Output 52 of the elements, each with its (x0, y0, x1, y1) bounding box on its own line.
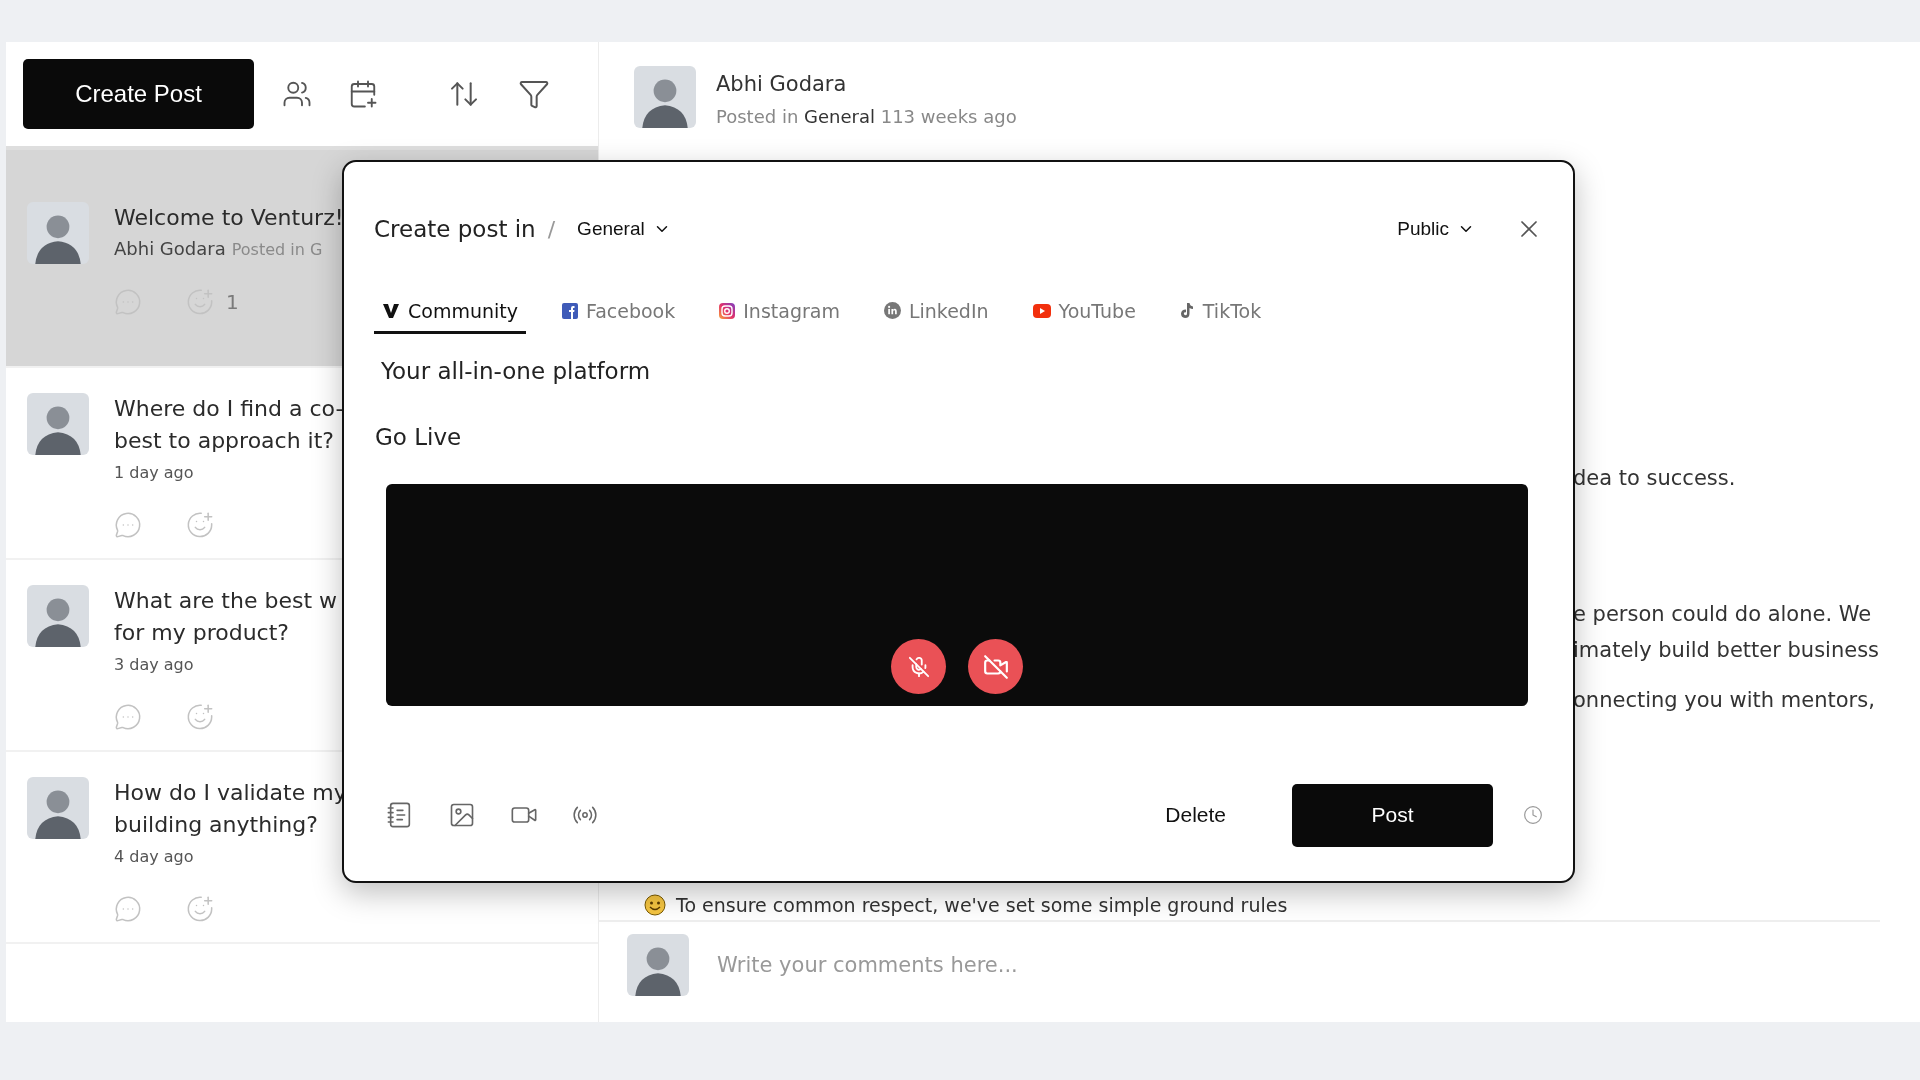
youtube-icon (1032, 303, 1051, 318)
people-icon[interactable] (282, 79, 312, 109)
post-meta: 1 day ago (114, 462, 194, 484)
mic-off-icon (907, 655, 930, 678)
post-text: imately build better business (1573, 637, 1881, 664)
delete-button[interactable]: Delete (1159, 802, 1232, 828)
rules-text: To ensure common respect, we've set some simple ground rules (676, 894, 1288, 916)
post-title: Where do I find a co- (114, 395, 344, 423)
instagram-icon (719, 302, 736, 319)
camera-off-button[interactable] (968, 639, 1023, 694)
avatar (27, 777, 89, 839)
post-title: What are the best w (114, 587, 338, 615)
platform-tab[interactable]: LinkedIn (875, 290, 997, 334)
post-button[interactable]: Post (1292, 783, 1493, 847)
facebook-icon (561, 302, 578, 319)
post-title: for my product? (114, 619, 290, 647)
avatar (27, 585, 89, 647)
post-title: building anything? (114, 811, 319, 839)
section-title: Go Live (375, 424, 463, 450)
linkedin-icon (883, 302, 901, 319)
calendar-add-icon[interactable] (348, 79, 378, 109)
emoji-icon (644, 894, 666, 916)
camera-off-icon (982, 653, 1009, 680)
post-meta: 3 day ago (114, 654, 194, 676)
platform-tab[interactable]: Instagram (711, 290, 848, 334)
filter-icon[interactable] (518, 78, 550, 110)
post-title: best to approach it? (114, 427, 336, 455)
audience-dropdown[interactable]: Public (1397, 218, 1475, 240)
post-meta: Posted in General 113 weeks ago (716, 106, 1017, 127)
commenter-avatar (627, 934, 689, 996)
platform-tab[interactable]: Community (374, 290, 526, 334)
post-author: Abhi Godara (114, 238, 226, 261)
post-title: Welcome to Venturz! (114, 204, 344, 232)
post-text: onnecting you with mentors, (1573, 687, 1876, 714)
avatar (27, 202, 89, 264)
v-logo-icon (382, 301, 400, 320)
post-text: dea to success. (1573, 465, 1737, 492)
reaction-count: 1 (226, 290, 239, 314)
tiktok-icon (1179, 302, 1195, 319)
image-icon[interactable] (448, 801, 476, 829)
author-avatar (634, 66, 696, 128)
platform-tab[interactable]: YouTube (1024, 290, 1144, 334)
schedule-icon[interactable] (1523, 805, 1543, 825)
mic-off-button[interactable] (891, 639, 946, 694)
post-meta: Posted in G (231, 239, 323, 261)
dialog-title: Create post in (374, 216, 536, 242)
breadcrumb-separator: / (547, 216, 556, 242)
platform-tab[interactable]: TikTok (1171, 290, 1270, 334)
avatar (27, 393, 89, 455)
post-meta: 4 day ago (114, 846, 194, 868)
author-name: Abhi Godara (716, 72, 848, 96)
create-post-button[interactable]: Create Post (23, 59, 254, 129)
